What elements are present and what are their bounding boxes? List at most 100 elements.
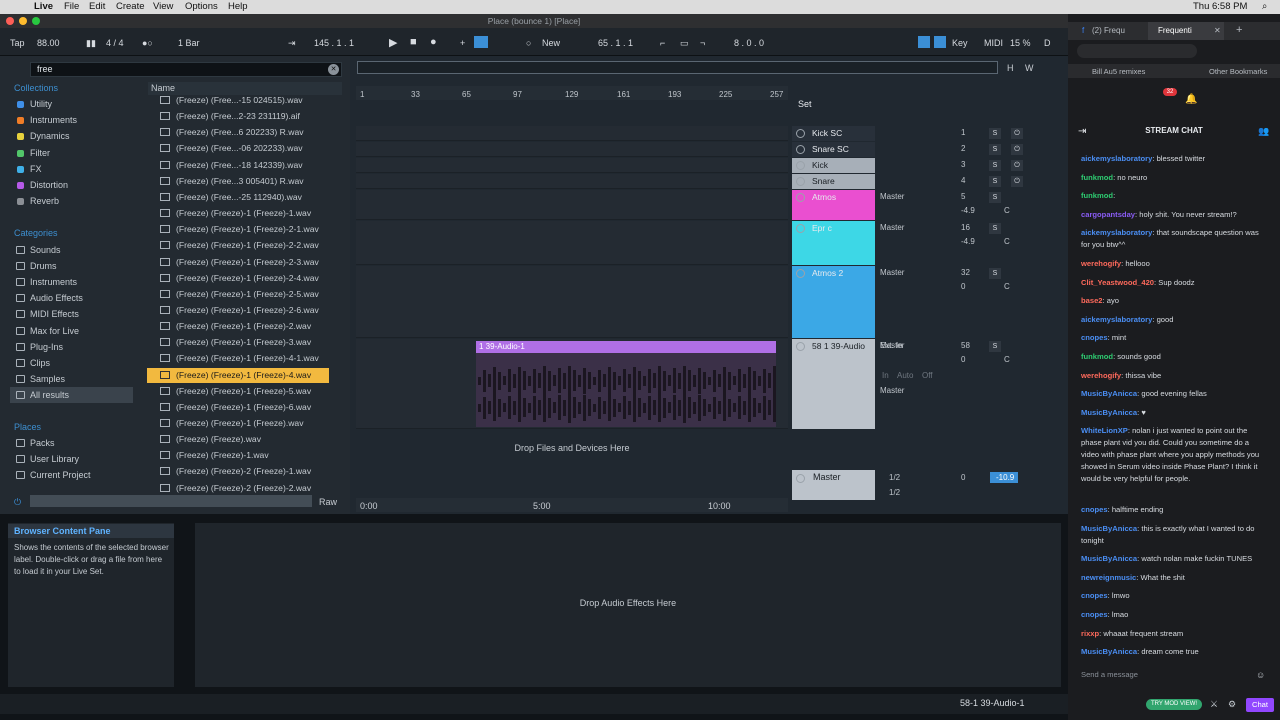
close-tab-icon[interactable]: ✕ xyxy=(1214,26,1221,35)
users-icon[interactable]: 👥 xyxy=(1258,126,1269,137)
solo-button[interactable]: S xyxy=(989,176,1001,187)
new-button[interactable]: New xyxy=(542,38,560,48)
track-pan[interactable]: C xyxy=(1004,237,1010,246)
menu-edit[interactable]: Edit xyxy=(89,1,105,12)
computer-keyboard-button[interactable] xyxy=(934,36,946,48)
monitor-in[interactable]: In xyxy=(882,371,889,380)
menu-view[interactable]: View xyxy=(153,1,173,12)
arm-button[interactable]: ⏻ xyxy=(1011,144,1023,155)
chat-username[interactable]: aickemyslaboratory xyxy=(1081,315,1152,324)
track-volume[interactable]: 0 xyxy=(961,355,965,364)
stop-button[interactable]: ■ xyxy=(410,36,417,48)
sword-icon[interactable]: ⚔ xyxy=(1210,699,1218,710)
solo-button[interactable]: S xyxy=(989,192,1001,203)
menu-options[interactable]: Options xyxy=(185,1,218,12)
try-mod-view-button[interactable]: TRY MOD VIEW! xyxy=(1146,699,1202,710)
chat-username[interactable]: funkmod xyxy=(1081,352,1113,361)
track-number[interactable]: 58 xyxy=(961,341,970,350)
track-fold-icon[interactable] xyxy=(796,193,805,202)
audio-clip-title[interactable]: 1 39-Audio-1 xyxy=(476,341,776,353)
collection-item[interactable]: Reverb xyxy=(30,196,59,206)
key-map-button[interactable]: Key xyxy=(952,38,968,48)
track-number[interactable]: 3 xyxy=(961,160,965,169)
punch-in-icon[interactable]: ⌐ xyxy=(660,38,665,48)
arm-button[interactable]: ⏻ xyxy=(1011,176,1023,187)
master-out[interactable]: 1/2 xyxy=(889,488,900,497)
bookmark-2[interactable]: Other Bookmarks xyxy=(1209,67,1267,76)
category-item[interactable]: Samples xyxy=(30,374,65,384)
new-tab-icon[interactable]: + xyxy=(1236,24,1242,36)
file-row[interactable]: (Freeze) (Freeze)-1 (Freeze)-2.wav xyxy=(160,319,332,334)
category-item[interactable]: Sounds xyxy=(30,245,61,255)
track-header[interactable]: Atmos 2 xyxy=(792,266,875,338)
file-row[interactable]: (Freeze) (Freeze)-1 (Freeze)-3.wav xyxy=(160,335,332,350)
category-item[interactable]: MIDI Effects xyxy=(30,309,79,319)
track-fold-icon[interactable] xyxy=(796,145,805,154)
master-fold-icon[interactable] xyxy=(796,474,805,483)
solo-button[interactable]: S xyxy=(989,268,1001,279)
track-header[interactable]: 58 1 39-Audio xyxy=(792,339,875,429)
quantization-select[interactable]: 1 Bar xyxy=(178,38,200,48)
chat-username[interactable]: cnopes xyxy=(1081,333,1108,342)
record-button[interactable]: ● xyxy=(430,36,437,48)
category-item[interactable]: Drums xyxy=(30,261,57,271)
overdub-icon[interactable]: + xyxy=(460,38,465,48)
track-fold-icon[interactable] xyxy=(796,161,805,170)
menu-create[interactable]: Create xyxy=(116,1,145,12)
tap-tempo-button[interactable]: Tap xyxy=(10,38,25,48)
track-fold-icon[interactable] xyxy=(796,129,805,138)
chat-username[interactable]: MusicByAnicca xyxy=(1081,554,1137,563)
loop-icon[interactable]: ▭ xyxy=(680,38,689,49)
w-button[interactable]: W xyxy=(1025,63,1034,73)
audio-clip[interactable] xyxy=(476,341,776,427)
track-fold-icon[interactable] xyxy=(796,342,805,351)
tab-1[interactable]: (2) Frequ xyxy=(1092,26,1125,35)
chat-username[interactable]: cargopantsday xyxy=(1081,210,1135,219)
file-row[interactable]: (Freeze) (Freeze)-1 (Freeze)-2-5.wav xyxy=(160,287,332,302)
monitor-off[interactable]: Off xyxy=(922,371,933,380)
chat-username[interactable]: rixxp xyxy=(1081,629,1099,638)
file-row[interactable]: (Freeze) (Freeze)-1.wav xyxy=(160,448,332,463)
file-row[interactable]: (Freeze) (Freeze)-1 (Freeze).wav xyxy=(160,416,332,431)
menu-app[interactable]: Live xyxy=(34,1,53,12)
file-row[interactable]: (Freeze) (Free...-18 142339).wav xyxy=(160,158,332,173)
solo-button[interactable]: S xyxy=(989,144,1001,155)
file-row[interactable]: (Freeze) (Freeze)-1 (Freeze)-2-3.wav xyxy=(160,255,332,270)
bookmark-1[interactable]: Bill Au5 remixes xyxy=(1092,67,1145,76)
menu-help[interactable]: Help xyxy=(228,1,248,12)
punch-out-icon[interactable]: ¬ xyxy=(700,38,705,48)
bell-icon[interactable]: 🔔 xyxy=(1185,94,1197,105)
track-lane[interactable] xyxy=(356,174,788,189)
collection-item[interactable]: Utility xyxy=(30,99,52,109)
solo-button[interactable]: S xyxy=(989,160,1001,171)
track-number[interactable]: 16 xyxy=(961,223,970,232)
track-lane[interactable] xyxy=(356,190,788,220)
chat-username[interactable]: base2 xyxy=(1081,296,1103,305)
track-fold-icon[interactable] xyxy=(796,224,805,233)
midi-map-button[interactable]: MIDI xyxy=(984,38,1003,48)
track-lane[interactable] xyxy=(356,142,788,157)
file-row[interactable]: (Freeze) (Freeze)-1 (Freeze)-2-4.wav xyxy=(160,271,332,286)
chat-username[interactable]: cnopes xyxy=(1081,610,1108,619)
hide-button[interactable]: H xyxy=(1007,63,1014,73)
chat-username[interactable]: funkmod xyxy=(1081,173,1113,182)
track-volume[interactable]: -4.9 xyxy=(961,206,975,215)
file-row[interactable]: (Freeze) (Free...6 202233) R.wav xyxy=(160,125,332,140)
chat-username[interactable]: WhiteLionXP xyxy=(1081,426,1128,435)
collection-item[interactable]: Filter xyxy=(30,148,50,158)
chat-username[interactable]: cnopes xyxy=(1081,505,1108,514)
follow-icon[interactable]: ⇥ xyxy=(288,38,296,49)
collection-item[interactable]: Instruments xyxy=(30,115,77,125)
automation-arm-button[interactable] xyxy=(474,36,488,48)
chat-username[interactable]: werehogify xyxy=(1081,371,1121,380)
draw-mode-button[interactable] xyxy=(918,36,930,48)
chat-username[interactable]: funkmod xyxy=(1081,191,1113,200)
preview-icon[interactable]: ⏻ xyxy=(14,497,21,508)
file-row[interactable]: (Freeze) (Freeze)-1 (Freeze)-4-1.wav xyxy=(160,351,332,366)
category-item[interactable]: Audio Effects xyxy=(30,293,83,303)
file-row[interactable]: (Freeze) (Free...2-23 231119).aif xyxy=(160,109,332,124)
track-number[interactable]: 1 xyxy=(961,128,965,137)
track-lane[interactable] xyxy=(356,221,788,265)
chat-username[interactable]: werehogify xyxy=(1081,259,1121,268)
arm-button[interactable]: ⏻ xyxy=(1011,128,1023,139)
